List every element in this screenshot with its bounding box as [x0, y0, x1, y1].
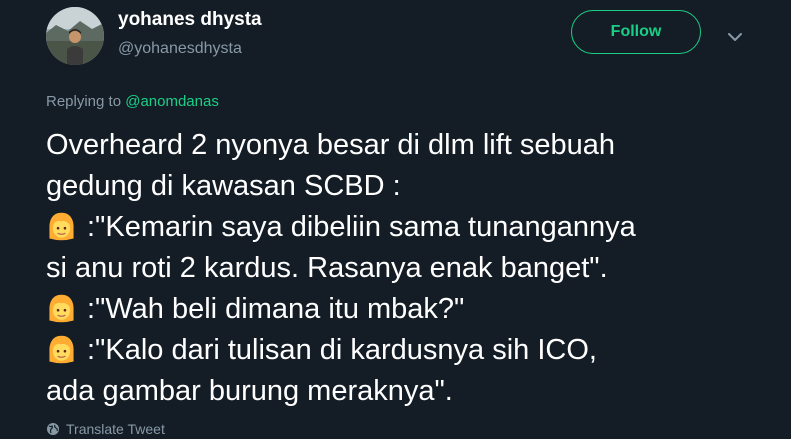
tweet-line-text: :"Kalo dari tulisan di kardusnya sih ICO…	[87, 334, 597, 366]
profile-photo	[46, 7, 104, 65]
tweet-line: si anu roti 2 kardus. Rasanya enak bange…	[46, 252, 608, 284]
woman-emoji	[49, 212, 74, 241]
translate-label: Translate Tweet	[66, 421, 165, 437]
tweet-line-text: :"Wah beli dimana itu mbak?"	[87, 293, 465, 325]
globe-icon	[47, 423, 59, 435]
author-handle[interactable]: @yohanesdhysta	[118, 40, 242, 58]
chevron-down-icon	[728, 32, 742, 41]
tweet-line: ada gambar burung meraknya".	[46, 375, 453, 407]
tweet-line-with-emoji: :"Kalo dari tulisan di kardusnya sih ICO…	[46, 330, 776, 371]
woman-emoji	[49, 335, 74, 364]
avatar[interactable]	[46, 7, 104, 65]
woman-emoji	[49, 294, 74, 323]
author-display-name[interactable]: yohanes dhysta	[118, 9, 262, 31]
tweet-line-with-emoji: :"Wah beli dimana itu mbak?"	[46, 289, 776, 330]
tweet-line-text: :"Kemarin saya dibeliin sama tunangannya	[87, 211, 636, 243]
follow-button[interactable]: Follow	[571, 10, 701, 54]
reply-mention-link[interactable]: @anomdanas	[125, 93, 219, 110]
tweet-menu-button[interactable]	[723, 26, 747, 48]
replying-to-prefix: Replying to	[46, 93, 126, 110]
tweet-text: Overheard 2 nyonya besar di dlm lift seb…	[46, 125, 776, 412]
translate-tweet-link[interactable]: Translate Tweet	[46, 421, 165, 437]
tweet-line: gedung di kawasan SCBD :	[46, 170, 401, 202]
tweet-line: Overheard 2 nyonya besar di dlm lift seb…	[46, 129, 616, 161]
replying-to: Replying to @anomdanas	[46, 93, 219, 110]
tweet-line-with-emoji: :"Kemarin saya dibeliin sama tunangannya	[46, 207, 776, 248]
